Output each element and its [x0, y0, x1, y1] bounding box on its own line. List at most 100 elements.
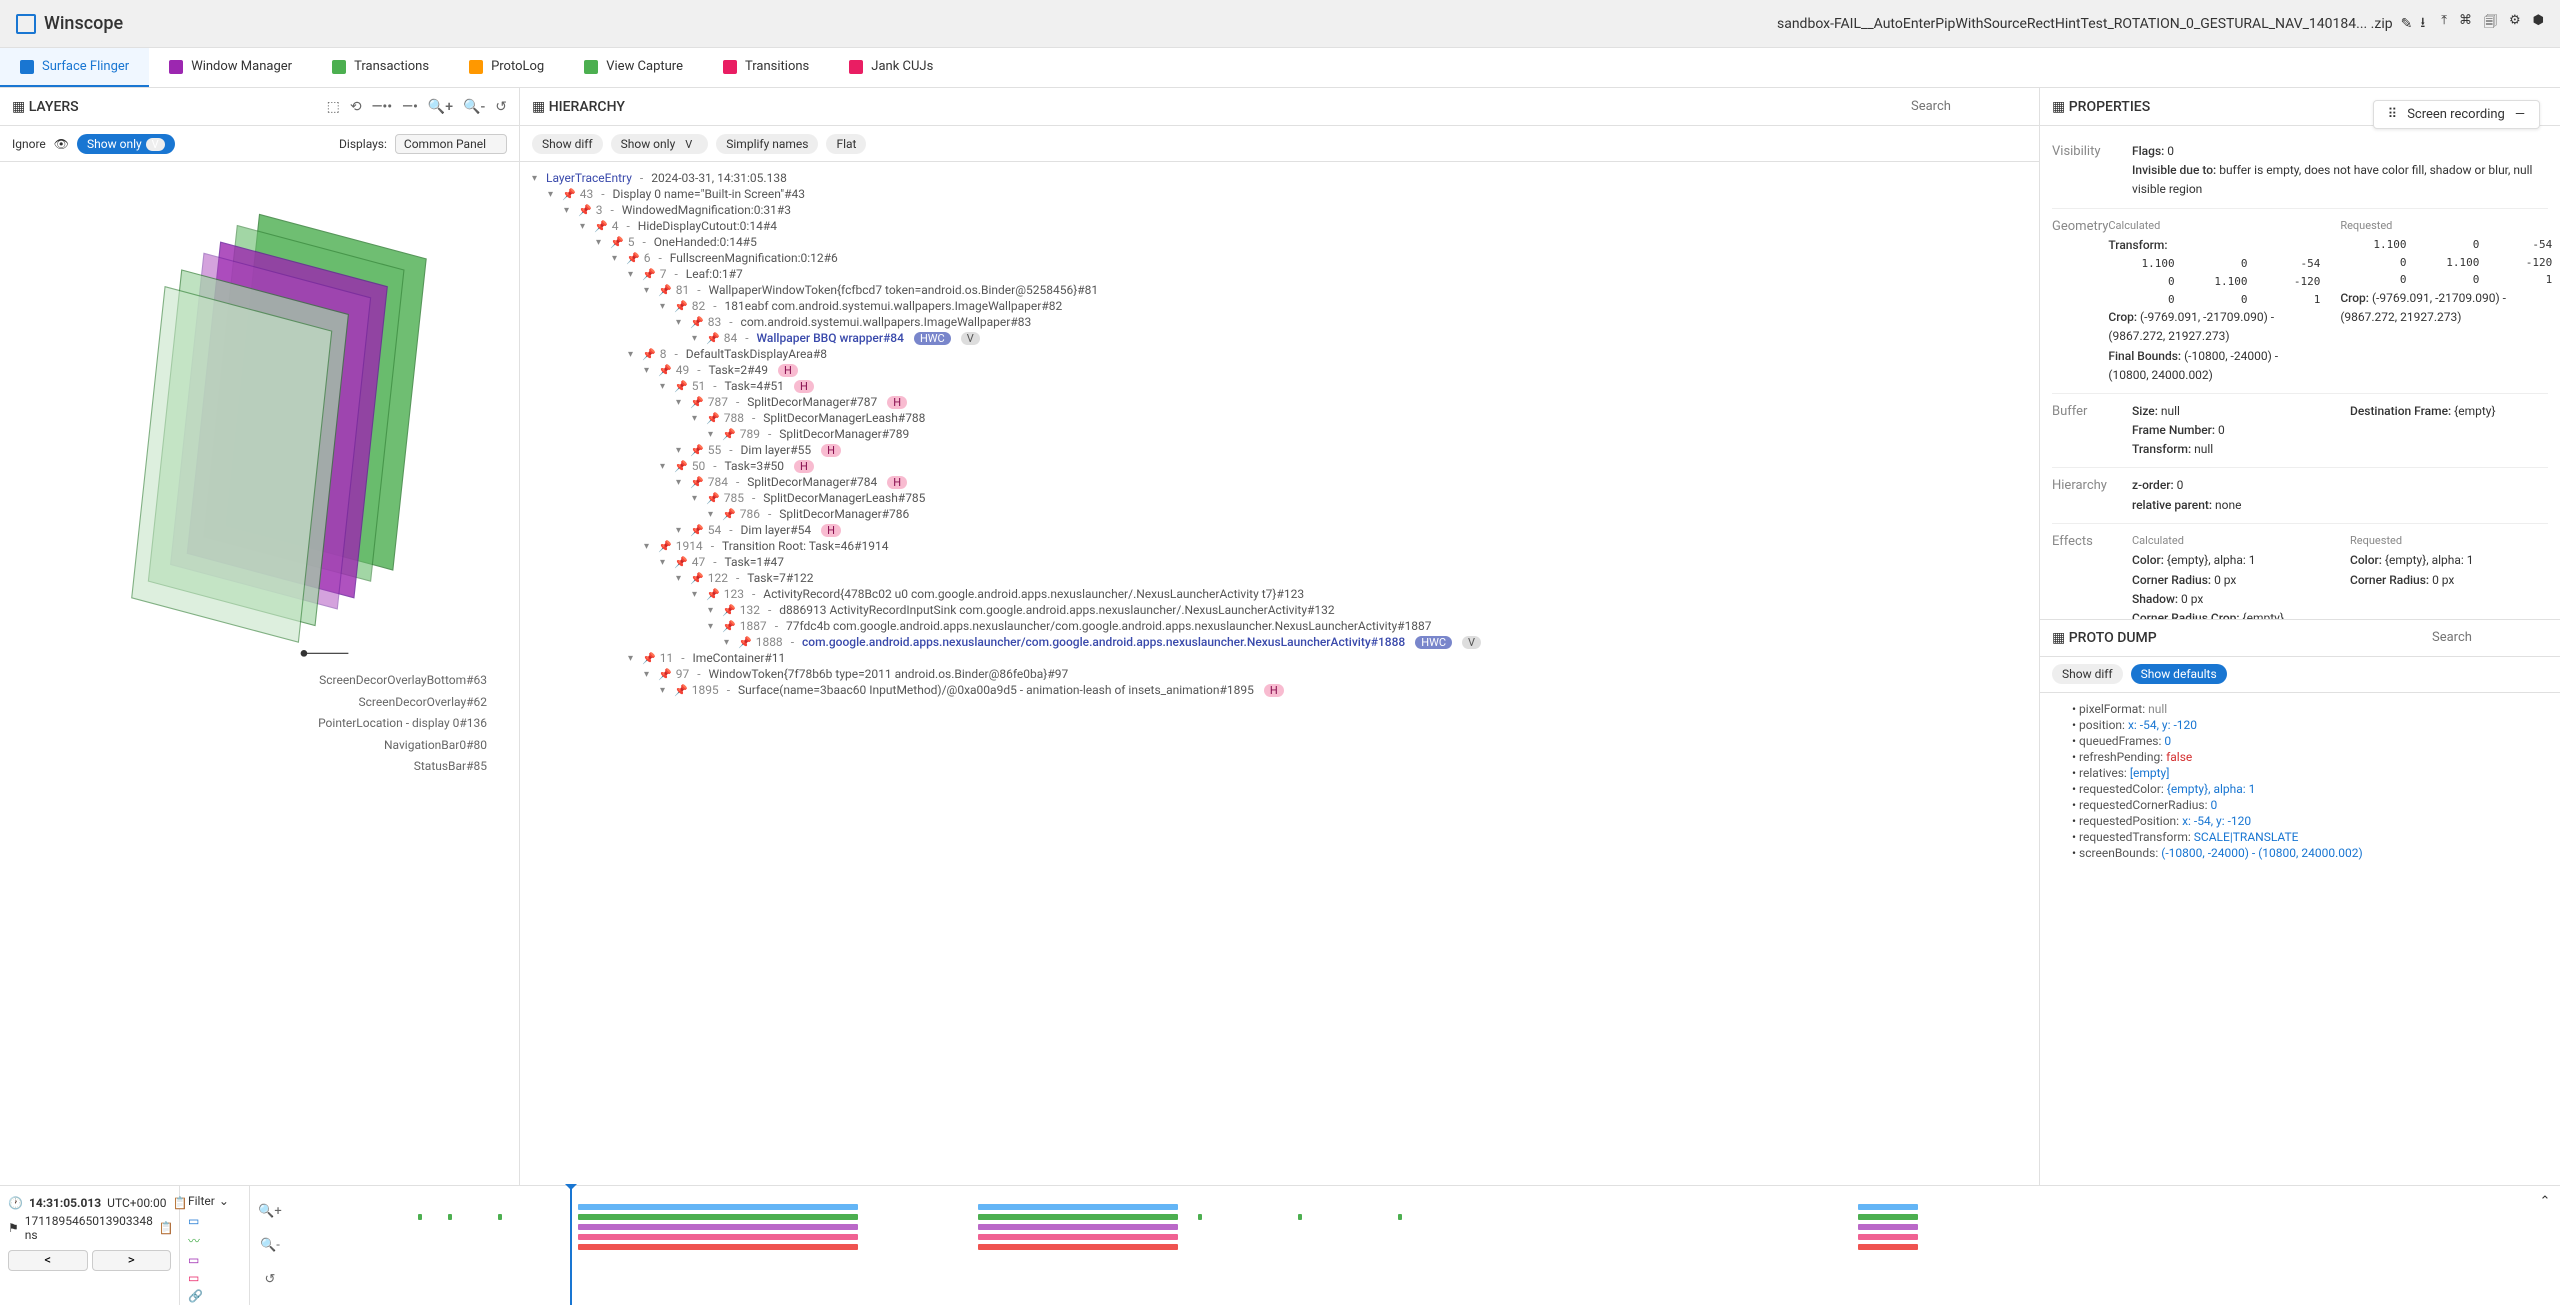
proto-item[interactable]: • requestedColor: {empty}, alpha: 1: [2052, 781, 2548, 797]
rotate-icon[interactable]: ⟲: [350, 99, 362, 115]
tree-node[interactable]: ▾📌 47-Task=1#47: [532, 554, 2027, 570]
zoom-in-icon[interactable]: 🔍+: [428, 99, 453, 115]
minimize-icon[interactable]: —: [2515, 107, 2525, 122]
tree-node[interactable]: ▾📌 1887-77fdc4b com.google.android.apps.…: [532, 618, 2027, 634]
keyboard-icon[interactable]: ⌘: [2459, 13, 2472, 35]
proto-show-diff[interactable]: Show diff: [2052, 664, 2123, 684]
simplify-chip[interactable]: Simplify names: [716, 134, 818, 154]
flat-chip[interactable]: Flat: [826, 134, 866, 154]
tab-transactions[interactable]: Transactions: [312, 48, 449, 87]
tree-node[interactable]: ▾📌 1895-Surface(name=3baac60 InputMethod…: [532, 682, 2027, 698]
tree-node[interactable]: ▾📌 50-Task=3#50H: [532, 458, 2027, 474]
upload-icon[interactable]: ⤒: [2441, 13, 2447, 35]
tree-node[interactable]: ▾📌 1888-com.google.android.apps.nexuslau…: [532, 634, 2027, 650]
proto-item[interactable]: • queuedFrames: 0: [2052, 733, 2548, 749]
proto-item[interactable]: • requestedTransform: SCALE|TRANSLATE: [2052, 829, 2548, 845]
reset-icon[interactable]: ↺: [495, 99, 507, 115]
layers-body: ScreenDecorOverlayBottom#63ScreenDecorOv…: [0, 162, 519, 1185]
tree-node[interactable]: ▾📌 82-181eabf com.android.systemui.wallp…: [532, 298, 2027, 314]
proto-show-defaults[interactable]: Show defaults: [2131, 664, 2227, 684]
screen-recording-pill[interactable]: ⠿ Screen recording —: [2373, 100, 2540, 129]
tree-node[interactable]: ▾📌 6-FullscreenMagnification:0:12#6: [532, 250, 2027, 266]
displays-select[interactable]: Common Panel: [395, 134, 507, 154]
layer-label[interactable]: ScreenDecorOverlay#62: [12, 692, 487, 714]
slider-spacing[interactable]: —•: [402, 99, 418, 115]
tab-protolog[interactable]: ProtoLog: [449, 48, 564, 87]
tr-track-icon[interactable]: ▭: [188, 1271, 203, 1285]
show-diff-chip[interactable]: Show diff: [532, 134, 603, 154]
zoom-in-icon[interactable]: 🔍+: [258, 1204, 282, 1219]
tab-view-capture[interactable]: View Capture: [564, 48, 703, 87]
expand-icon[interactable]: ⌃: [2540, 1194, 2551, 1209]
tree-node[interactable]: ▾📌 787-SplitDecorManager#787H: [532, 394, 2027, 410]
tree-node[interactable]: ▾📌 4-HideDisplayCutout:0:14#4: [532, 218, 2027, 234]
proto-item[interactable]: • requestedPosition: x: -54, y: -120: [2052, 813, 2548, 829]
zoom-out-icon[interactable]: 🔍-: [260, 1238, 280, 1253]
layer-label[interactable]: StatusBar#85: [12, 756, 487, 778]
tree-node[interactable]: ▾📌 1914-Transition Root: Task=46#1914: [532, 538, 2027, 554]
tree-node[interactable]: ▾📌 11-ImeContainer#11: [532, 650, 2027, 666]
proto-item[interactable]: • refreshPending: false: [2052, 749, 2548, 765]
layers-3d-view[interactable]: [12, 170, 507, 670]
drag-icon[interactable]: ⠿: [2388, 107, 2398, 122]
tree-node[interactable]: ▾📌 784-SplitDecorManager#784H: [532, 474, 2027, 490]
tree-node[interactable]: ▾📌 5-OneHanded:0:14#5: [532, 234, 2027, 250]
tab-transitions[interactable]: Transitions: [703, 48, 829, 87]
tree-node[interactable]: ▾📌 8-DefaultTaskDisplayArea#8: [532, 346, 2027, 362]
reset-zoom-icon[interactable]: ↺: [265, 1272, 276, 1287]
show-only-chip[interactable]: Show onlyV: [611, 134, 709, 154]
prop-visibility-label: Visibility: [2052, 142, 2132, 200]
proto-item[interactable]: • relatives: [empty]: [2052, 765, 2548, 781]
tab-window-manager[interactable]: Window Manager: [149, 48, 312, 87]
tree-node[interactable]: ▾📌 789-SplitDecorManager#789: [532, 426, 2027, 442]
cube-icon[interactable]: ⬚: [327, 99, 340, 115]
tree-node[interactable]: ▾📌 83-com.android.systemui.wallpapers.Im…: [532, 314, 2027, 330]
cuj-track-icon[interactable]: 🔗: [188, 1289, 203, 1303]
layer-label[interactable]: PointerLocation - display 0#136: [12, 713, 487, 735]
tree-node[interactable]: ▾📌 43-Display 0 name="Built-in Screen"#4…: [532, 186, 2027, 202]
settings-icon[interactable]: ⚙: [2509, 13, 2521, 35]
tree-node[interactable]: ▾📌 97-WindowToken{7f78b6b type=2011 andr…: [532, 666, 2027, 682]
tree-node[interactable]: ▾📌 122-Task=7#122: [532, 570, 2027, 586]
extension-icon[interactable]: ⬢: [2533, 13, 2544, 35]
tree-node[interactable]: ▾📌 51-Task=4#51H: [532, 378, 2027, 394]
copy-icon[interactable]: 📋: [159, 1221, 174, 1235]
visibility-icon[interactable]: 👁: [54, 137, 69, 151]
tree-node[interactable]: ▾📌 49-Task=2#49H: [532, 362, 2027, 378]
zoom-out-icon[interactable]: 🔍-: [463, 99, 485, 115]
slider-separation[interactable]: —••: [372, 99, 393, 115]
tree-node[interactable]: ▾📌 785-SplitDecorManagerLeash#785: [532, 490, 2027, 506]
tree-node[interactable]: ▾📌 81-WallpaperWindowToken{fcfbcd7 token…: [532, 282, 2027, 298]
proto-search[interactable]: [2428, 626, 2548, 649]
prev-button[interactable]: <: [8, 1250, 88, 1271]
download-icon[interactable]: ⭳: [2420, 12, 2425, 36]
tab-jank-cujs[interactable]: Jank CUJs: [829, 48, 953, 87]
show-only-chip[interactable]: Show onlyV: [77, 134, 175, 154]
tab-surface-flinger[interactable]: Surface Flinger: [0, 48, 149, 87]
tree-node[interactable]: ▾📌 54-Dim layer#54H: [532, 522, 2027, 538]
next-button[interactable]: >: [92, 1250, 172, 1271]
filter-dropdown-icon[interactable]: ⌄: [219, 1194, 229, 1208]
tx-track-icon[interactable]: 〰: [188, 1232, 203, 1249]
refresh-icon[interactable]: 🗐: [2484, 13, 2497, 35]
proto-item[interactable]: • position: x: -54, y: -120: [2052, 717, 2548, 733]
proto-item[interactable]: • requestedCornerRadius: 0: [2052, 797, 2548, 813]
tree-node[interactable]: ▾📌 3-WindowedMagnification:0:31#3: [532, 202, 2027, 218]
tree-node[interactable]: ▾📌 786-SplitDecorManager#786: [532, 506, 2027, 522]
proto-item[interactable]: • screenBounds: (-10800, -24000) - (1080…: [2052, 845, 2548, 861]
tree-node[interactable]: ▾📌 123-ActivityRecord{478Bc02 u0 com.goo…: [532, 586, 2027, 602]
sf-track-icon[interactable]: ▭: [188, 1214, 203, 1228]
tree-node[interactable]: ▾📌 84-Wallpaper BBQ wrapper#84HWCV: [532, 330, 2027, 346]
layer-label[interactable]: NavigationBar0#80: [12, 735, 487, 757]
tree-node[interactable]: ▾📌 55-Dim layer#55H: [532, 442, 2027, 458]
tree-node[interactable]: ▾📌 788-SplitDecorManagerLeash#788: [532, 410, 2027, 426]
wm-track-icon[interactable]: ▭: [188, 1253, 203, 1267]
flag-icon: ⚑: [8, 1221, 19, 1235]
edit-icon[interactable]: ✎: [2401, 16, 2413, 32]
proto-item[interactable]: • pixelFormat: null: [2052, 701, 2548, 717]
hierarchy-search[interactable]: [1907, 95, 2027, 118]
layer-label[interactable]: ScreenDecorOverlayBottom#63: [12, 670, 487, 692]
tree-node[interactable]: ▾📌 132-d886913 ActivityRecordInputSink c…: [532, 602, 2027, 618]
tree-node[interactable]: ▾📌 7-Leaf:0:1#7: [532, 266, 2027, 282]
timeline-track[interactable]: [290, 1186, 2530, 1305]
